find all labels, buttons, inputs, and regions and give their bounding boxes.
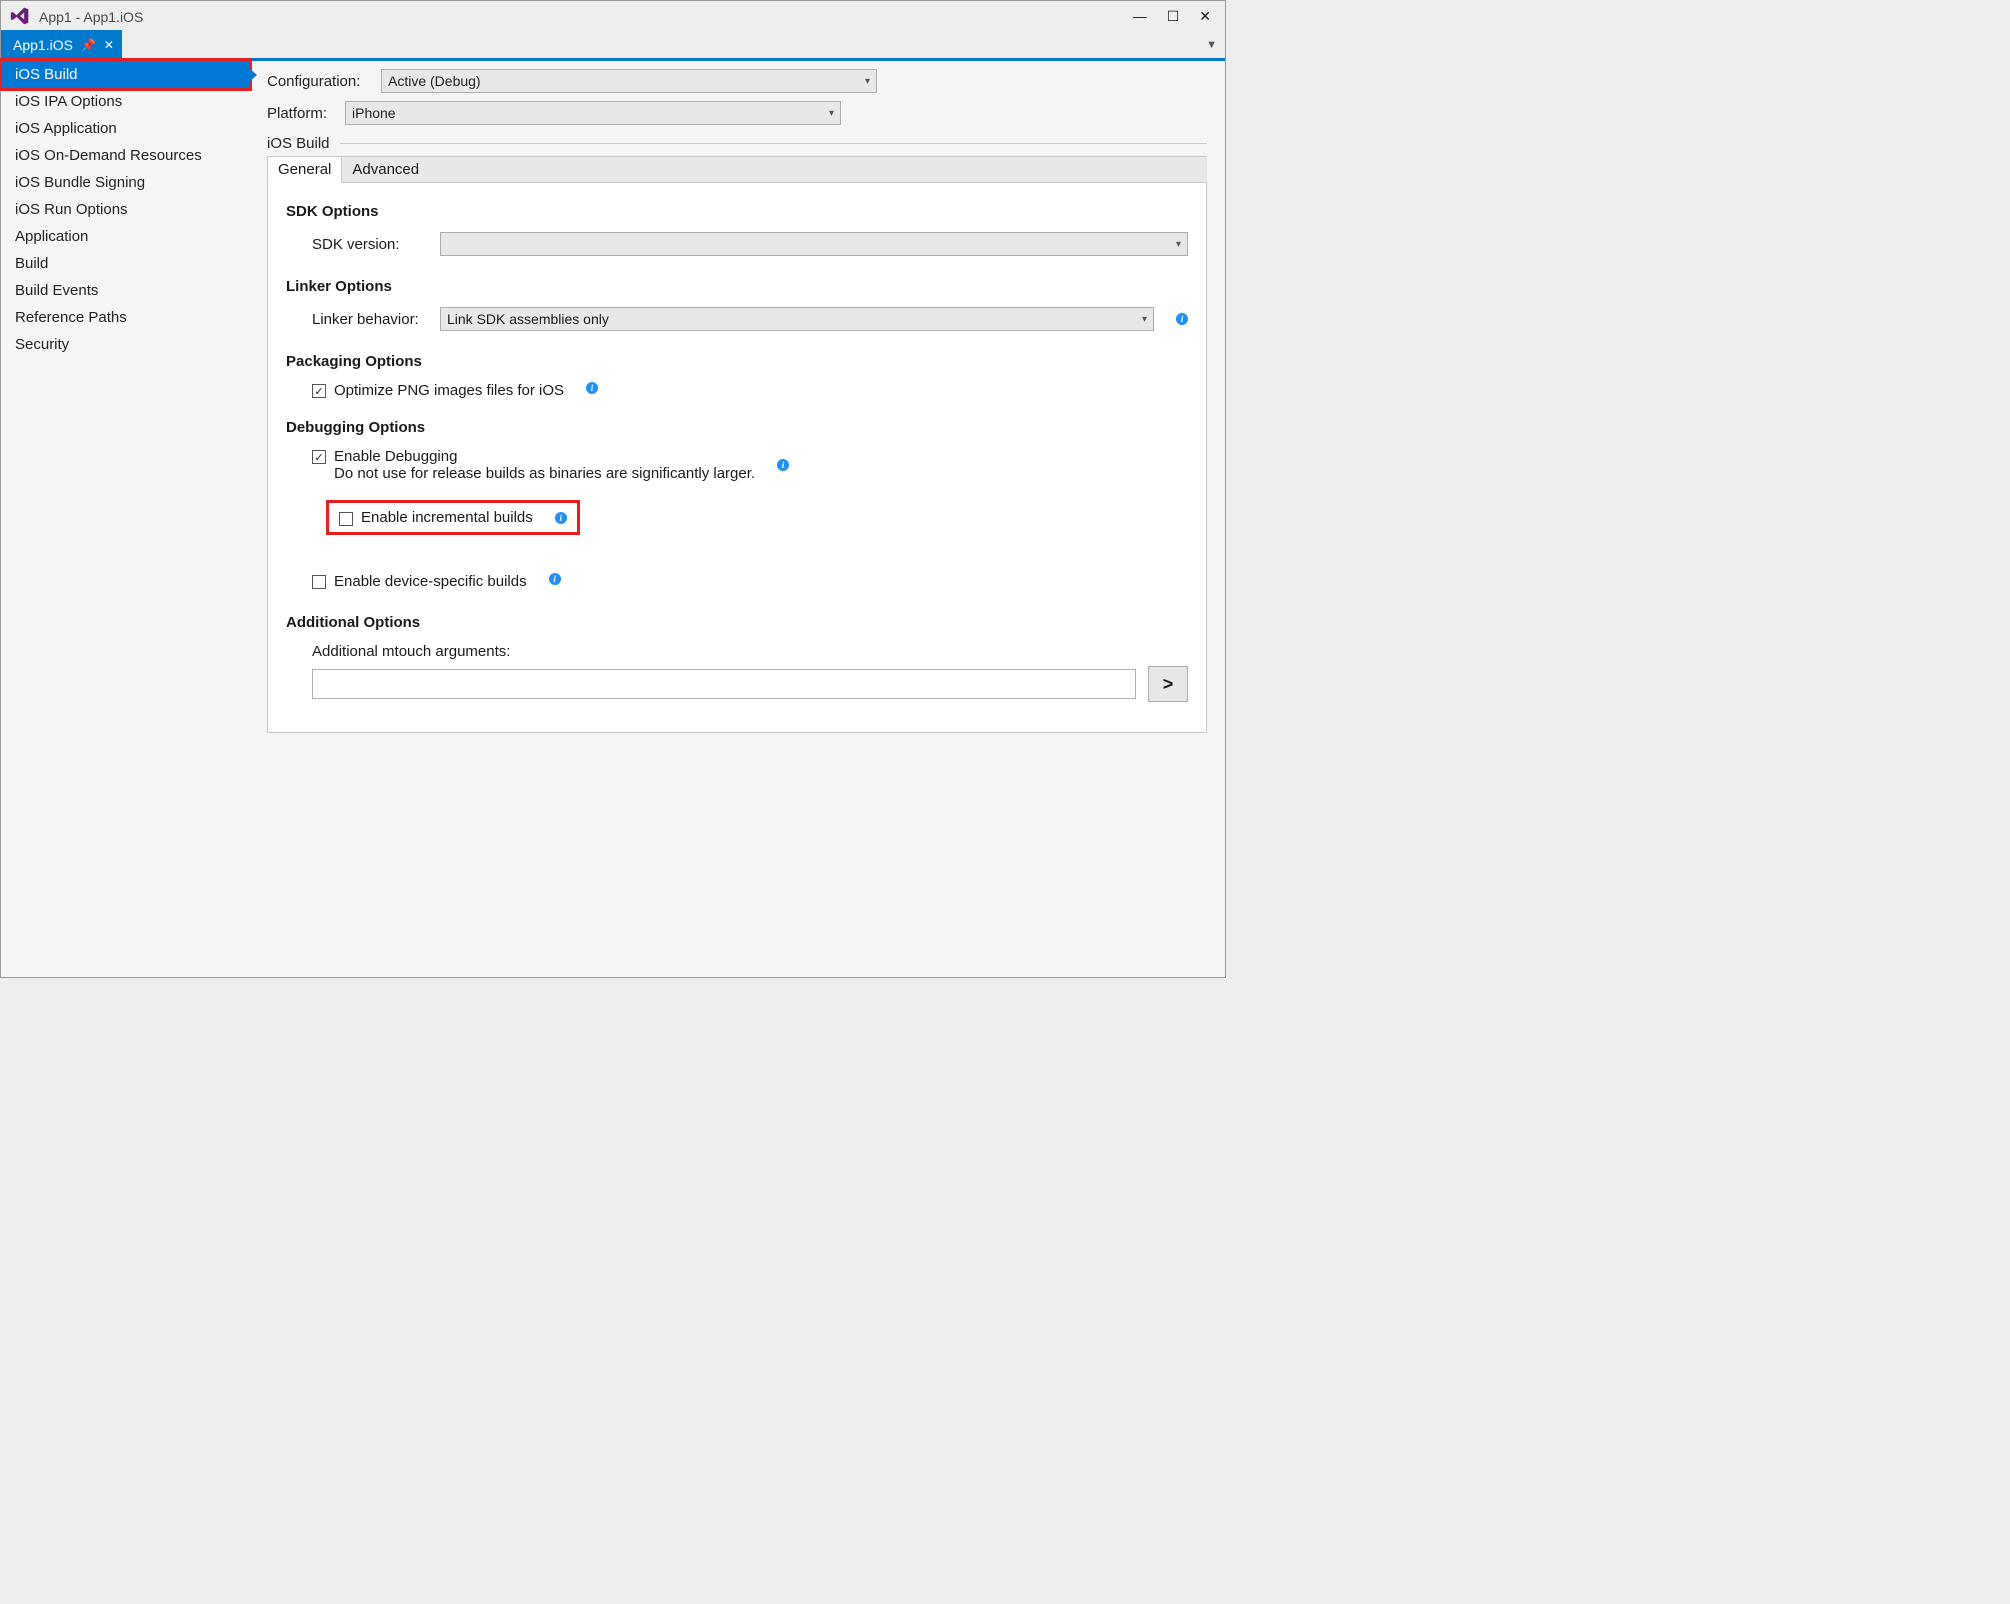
platform-value: iPhone (352, 105, 396, 121)
info-icon[interactable]: i (1176, 313, 1188, 325)
info-icon[interactable]: i (549, 573, 561, 585)
linker-behavior-combo[interactable]: Link SDK assemblies only ▾ (440, 307, 1154, 331)
sidebar-item-ios-application[interactable]: iOS Application (1, 115, 249, 142)
pin-icon[interactable]: 📌 (81, 38, 96, 52)
enable-incremental-label: Enable incremental builds (361, 509, 533, 526)
mtouch-args-input[interactable] (312, 669, 1136, 699)
info-icon[interactable]: i (586, 382, 598, 394)
linker-behavior-label: Linker behavior: (312, 311, 432, 328)
enable-debugging-note: Do not use for release builds as binarie… (334, 465, 755, 482)
sidebar-item-security[interactable]: Security (1, 331, 249, 358)
chevron-down-icon: ▾ (865, 76, 870, 87)
sdk-version-combo[interactable]: ▾ (440, 232, 1188, 256)
minimize-button[interactable]: — (1133, 8, 1147, 25)
enable-device-specific-checkbox[interactable] (312, 575, 326, 589)
titlebar: App1 - App1.iOS — ☐ ✕ (1, 1, 1225, 31)
optimize-png-row: Optimize PNG images files for iOS i (312, 382, 1188, 399)
enable-incremental-checkbox[interactable] (339, 512, 353, 526)
platform-combo[interactable]: iPhone ▾ (345, 101, 841, 125)
section-header: iOS Build (267, 135, 1207, 152)
visual-studio-icon (9, 5, 31, 27)
linker-behavior-row: Linker behavior: Link SDK assemblies onl… (312, 307, 1188, 331)
section-title: iOS Build (267, 135, 330, 152)
maximize-button[interactable]: ☐ (1167, 8, 1180, 25)
sidebar-item-ios-ipa-options[interactable]: iOS IPA Options (1, 88, 249, 115)
tab-label: App1.iOS (13, 37, 73, 53)
sidebar-item-ios-ondemand[interactable]: iOS On-Demand Resources (1, 142, 249, 169)
tab-close-icon[interactable]: ✕ (104, 38, 114, 52)
general-panel: SDK Options SDK version: ▾ Linker Option… (267, 183, 1207, 733)
configuration-value: Active (Debug) (388, 73, 481, 89)
optimize-png-checkbox[interactable] (312, 384, 326, 398)
linker-options-title: Linker Options (286, 278, 1188, 295)
configuration-combo[interactable]: Active (Debug) ▾ (381, 69, 877, 93)
sidebar-item-build-events[interactable]: Build Events (1, 277, 249, 304)
enable-incremental-highlight: Enable incremental builds i (326, 500, 580, 535)
info-icon[interactable]: i (777, 459, 789, 471)
chevron-down-icon: ▾ (829, 108, 834, 119)
content-body: iOS Build iOS IPA Options iOS Applicatio… (1, 61, 1225, 977)
sidebar-item-ios-build[interactable]: iOS Build (0, 58, 252, 91)
enable-device-specific-row: Enable device-specific builds i (312, 573, 1188, 590)
document-tab[interactable]: App1.iOS 📌 ✕ (1, 30, 122, 60)
main-panel: Configuration: Active (Debug) ▾ Platform… (249, 61, 1225, 977)
window-title: App1 - App1.iOS (39, 7, 1133, 25)
mtouch-args-row: > (312, 666, 1188, 702)
platform-label: Platform: (267, 105, 337, 122)
sdk-options-title: SDK Options (286, 203, 1188, 220)
properties-sidebar: iOS Build iOS IPA Options iOS Applicatio… (1, 61, 249, 977)
additional-options-title: Additional Options (286, 614, 1188, 631)
linker-behavior-value: Link SDK assemblies only (447, 311, 609, 327)
divider (340, 143, 1207, 144)
chevron-down-icon: ▾ (1176, 239, 1181, 250)
document-tabbar: App1.iOS 📌 ✕ ▼ (1, 31, 1225, 61)
enable-debugging-label: Enable Debugging Do not use for release … (334, 448, 755, 482)
enable-device-specific-label: Enable device-specific builds (334, 573, 527, 590)
window: App1 - App1.iOS — ☐ ✕ App1.iOS 📌 ✕ ▼ iOS… (0, 0, 1226, 978)
subtabs: General Advanced (267, 156, 1207, 183)
enable-debugging-checkbox[interactable] (312, 450, 326, 464)
info-icon[interactable]: i (555, 512, 567, 524)
chevron-down-icon: ▾ (1142, 314, 1147, 325)
optimize-png-label: Optimize PNG images files for iOS (334, 382, 564, 399)
sidebar-item-application[interactable]: Application (1, 223, 249, 250)
enable-debugging-text: Enable Debugging (334, 448, 457, 465)
configuration-row: Configuration: Active (Debug) ▾ (267, 69, 1207, 93)
sdk-version-label: SDK version: (312, 236, 432, 253)
tab-advanced[interactable]: Advanced (342, 157, 429, 182)
close-button[interactable]: ✕ (1199, 8, 1211, 25)
configuration-label: Configuration: (267, 73, 373, 90)
sidebar-item-ios-bundle-signing[interactable]: iOS Bundle Signing (1, 169, 249, 196)
sdk-version-row: SDK version: ▾ (312, 232, 1188, 256)
tab-general[interactable]: General (267, 156, 342, 183)
packaging-options-title: Packaging Options (286, 353, 1188, 370)
enable-debugging-row: Enable Debugging Do not use for release … (312, 448, 1188, 482)
platform-row: Platform: iPhone ▾ (267, 101, 1207, 125)
sidebar-item-ios-run-options[interactable]: iOS Run Options (1, 196, 249, 223)
mtouch-go-button[interactable]: > (1148, 666, 1188, 702)
tab-overflow-icon[interactable]: ▼ (1206, 39, 1225, 51)
mtouch-label: Additional mtouch arguments: (312, 643, 1188, 660)
sidebar-item-build[interactable]: Build (1, 250, 249, 277)
window-controls: — ☐ ✕ (1133, 8, 1221, 25)
debugging-options-title: Debugging Options (286, 419, 1188, 436)
sidebar-item-reference-paths[interactable]: Reference Paths (1, 304, 249, 331)
